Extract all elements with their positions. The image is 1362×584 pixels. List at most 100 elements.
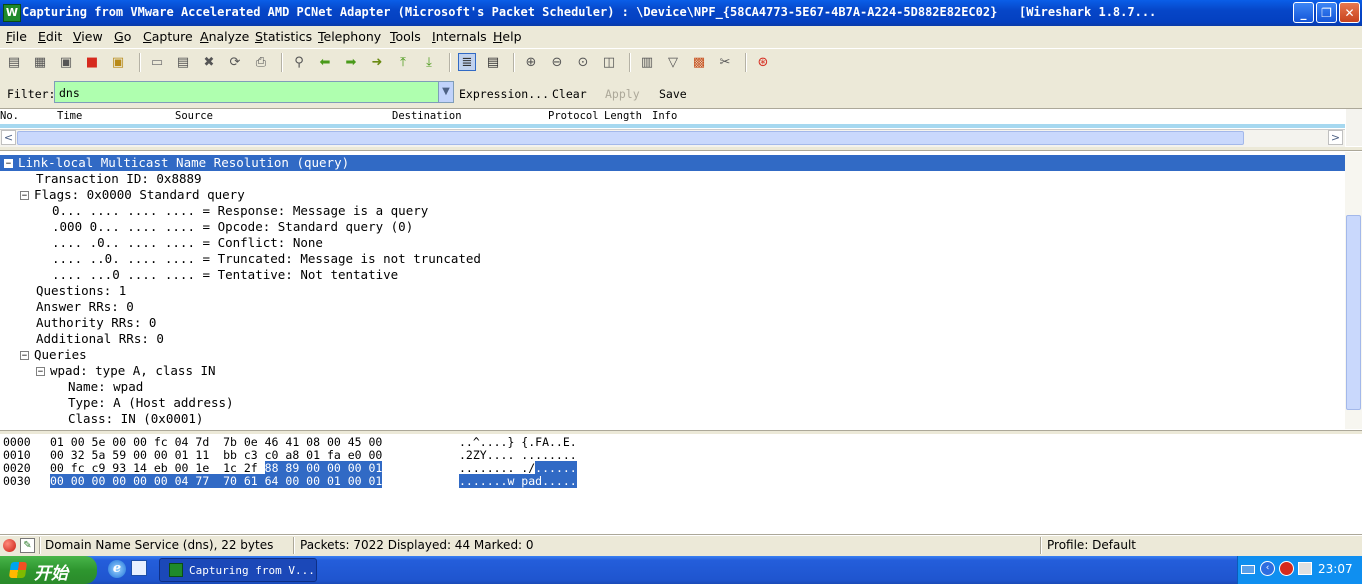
collapse-toggle-icon[interactable]: −: [4, 159, 13, 169]
detail-row[interactable]: .000 0... .... .... = Opcode: Standard q…: [0, 219, 1362, 235]
stop-capture-icon[interactable]: ■: [83, 53, 101, 71]
menu-edit[interactable]: Edit: [38, 29, 62, 44]
restart-capture-icon[interactable]: ▣: [109, 53, 127, 71]
save-filter-button[interactable]: Save: [659, 87, 687, 101]
packet-list-vertical-scrollbar[interactable]: [1346, 109, 1362, 146]
column-header-source[interactable]: Source: [175, 110, 213, 122]
tray-arrow-icon[interactable]: ‹: [1260, 561, 1275, 576]
coloring-rules-icon[interactable]: ▩: [690, 53, 708, 71]
zoom-normal-icon[interactable]: ⊙: [574, 53, 592, 71]
close-button[interactable]: ✕: [1339, 2, 1360, 23]
toolbar-separator: [745, 53, 747, 72]
open-file-icon[interactable]: ▭: [148, 53, 166, 71]
expert-info-icon[interactable]: [3, 539, 16, 552]
start-button[interactable]: 开始: [0, 556, 97, 584]
detail-row[interactable]: .... .0.. .... .... = Conflict: None: [0, 235, 1362, 251]
first-packet-icon[interactable]: ⤒: [394, 53, 412, 71]
interfaces-icon[interactable]: ▤: [5, 53, 23, 71]
close-file-icon[interactable]: ✖: [200, 53, 218, 71]
keyboard-icon[interactable]: [1241, 565, 1255, 574]
detail-row[interactable]: .... ...0 .... .... = Tentative: Not ten…: [0, 267, 1362, 283]
capture-comment-icon[interactable]: ✎: [20, 538, 35, 553]
detail-row[interactable]: Class: IN (0x0001): [0, 411, 1362, 427]
options-icon[interactable]: ▦: [31, 53, 49, 71]
print-icon[interactable]: ⎙: [252, 53, 270, 71]
help-icon[interactable]: ⊛: [754, 53, 772, 71]
network-icon[interactable]: [1298, 562, 1312, 575]
collapse-toggle-icon[interactable]: −: [36, 367, 45, 377]
capture-filters-icon[interactable]: ▥: [638, 53, 656, 71]
menu-help[interactable]: Help: [493, 29, 522, 44]
go-back-icon[interactable]: ⬅: [316, 53, 334, 71]
column-header-time[interactable]: Time: [57, 110, 82, 122]
internet-explorer-icon[interactable]: e: [108, 560, 126, 578]
apply-filter-button[interactable]: Apply: [605, 87, 640, 101]
taskbar-clock[interactable]: 23:07: [1318, 562, 1353, 576]
show-desktop-icon[interactable]: [131, 560, 147, 576]
detail-row[interactable]: Additional RRs: 0: [0, 331, 1362, 347]
column-header-info[interactable]: Info: [652, 110, 677, 122]
menu-capture[interactable]: Capture: [143, 29, 193, 44]
filter-dropdown-button[interactable]: ▼: [438, 81, 454, 103]
detail-row[interactable]: Name: wpad: [0, 379, 1362, 395]
status-profile[interactable]: Profile: Default: [1047, 538, 1136, 552]
clear-filter-button[interactable]: Clear: [552, 87, 587, 101]
menu-telephony[interactable]: Telephony: [318, 29, 381, 44]
menu-go[interactable]: Go: [114, 29, 131, 44]
detail-row[interactable]: .... ..0. .... .... = Truncated: Message…: [0, 251, 1362, 267]
detail-row[interactable]: Authority RRs: 0: [0, 315, 1362, 331]
collapse-toggle-icon[interactable]: −: [20, 191, 29, 201]
detail-row[interactable]: 0... .... .... .... = Response: Message …: [0, 203, 1362, 219]
menu-file[interactable]: File: [6, 29, 27, 44]
start-capture-icon[interactable]: ▣: [57, 53, 75, 71]
byte-hex[interactable]: 00 00 00 00 00 00 04 77 70 61 64 00 00 0…: [50, 474, 383, 488]
packet-row[interactable]: [0, 124, 1345, 128]
find-packet-icon[interactable]: ⚲: [290, 53, 308, 71]
resize-columns-icon[interactable]: ◫: [600, 53, 618, 71]
scroll-right-arrow-icon[interactable]: >: [1328, 130, 1343, 145]
detail-text: Questions: 1: [36, 283, 127, 298]
column-header-destination[interactable]: Destination: [392, 110, 462, 122]
menu-view[interactable]: View: [73, 29, 103, 44]
packet-list-scroll-thumb[interactable]: [17, 131, 1244, 145]
go-to-packet-icon[interactable]: ➜: [368, 53, 386, 71]
last-packet-icon[interactable]: ⤓: [420, 53, 438, 71]
detail-row[interactable]: − wpad: type A, class IN: [0, 363, 1362, 379]
menu-analyze[interactable]: Analyze: [200, 29, 249, 44]
security-alert-icon[interactable]: [1279, 561, 1294, 576]
taskbar-wireshark-button[interactable]: Capturing from V...: [159, 558, 317, 582]
detail-row[interactable]: − Flags: 0x0000 Standard query: [0, 187, 1362, 203]
zoom-out-icon[interactable]: ⊖: [548, 53, 566, 71]
detail-row[interactable]: Transaction ID: 0x8889: [0, 171, 1362, 187]
colorize-icon[interactable]: ≣: [458, 53, 476, 71]
detail-row[interactable]: Type: A (Host address): [0, 395, 1362, 411]
expression-button[interactable]: Expression...: [459, 87, 549, 101]
details-scroll-thumb[interactable]: [1346, 215, 1361, 410]
collapse-toggle-icon[interactable]: −: [20, 351, 29, 361]
taskbar-button-label: Capturing from V...: [189, 564, 315, 577]
detail-row[interactable]: Questions: 1: [0, 283, 1362, 299]
preferences-icon[interactable]: ✂: [716, 53, 734, 71]
detail-row[interactable]: − Link-local Multicast Name Resolution (q…: [0, 155, 1346, 171]
menu-statistics[interactable]: Statistics: [255, 29, 312, 44]
reload-icon[interactable]: ⟳: [226, 53, 244, 71]
detail-row[interactable]: Answer RRs: 0: [0, 299, 1362, 315]
minimize-button[interactable]: _: [1293, 2, 1314, 23]
scroll-left-arrow-icon[interactable]: <: [1, 130, 16, 145]
column-header-protocol[interactable]: Protocol: [548, 110, 599, 122]
column-header-no[interactable]: No.: [0, 110, 19, 122]
menu-tools[interactable]: Tools: [390, 29, 421, 44]
autoscroll-icon[interactable]: ▤: [484, 53, 502, 71]
zoom-in-icon[interactable]: ⊕: [522, 53, 540, 71]
byte-ascii[interactable]: .......w pad.....: [459, 474, 577, 488]
column-header-length[interactable]: Length: [604, 110, 642, 122]
display-filters-icon[interactable]: ▽: [664, 53, 682, 71]
restore-button[interactable]: ❐: [1316, 2, 1337, 23]
status-field-info: Domain Name Service (dns), 22 bytes: [45, 538, 274, 552]
menu-internals[interactable]: Internals: [432, 29, 487, 44]
display-filter-input[interactable]: dns: [54, 81, 439, 103]
detail-row[interactable]: − Queries: [0, 347, 1362, 363]
save-file-icon[interactable]: ▤: [174, 53, 192, 71]
ascii-highlight: ......: [535, 461, 577, 475]
go-forward-icon[interactable]: ➡: [342, 53, 360, 71]
